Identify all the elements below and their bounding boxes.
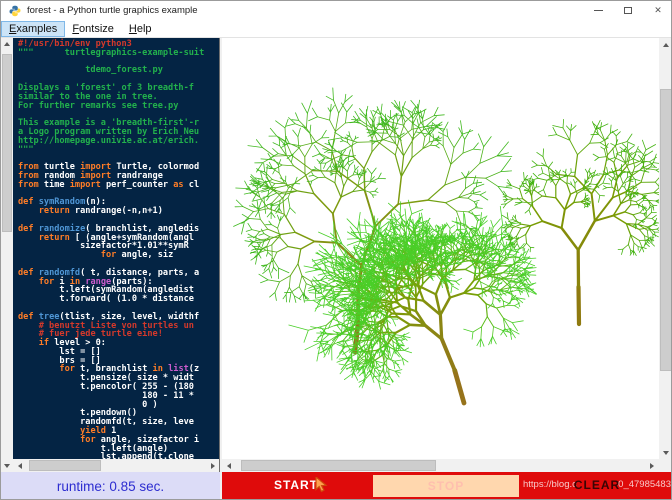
close-button[interactable]: ✕ <box>643 1 672 20</box>
arrow-up-icon <box>663 43 669 47</box>
titlebar: forest - a Python turtle graphics exampl… <box>1 1 672 20</box>
start-button[interactable]: START <box>223 472 369 497</box>
arrow-down-icon <box>4 464 10 468</box>
minimize-icon <box>594 10 603 11</box>
window-title: forest - a Python turtle graphics exampl… <box>27 5 198 16</box>
menu-item-examples[interactable]: Examples <box>2 22 64 36</box>
turtle-canvas <box>222 38 659 459</box>
right-tree-level-2 <box>562 221 595 250</box>
menu-item-help[interactable]: Help <box>122 22 159 36</box>
right-tree-level-7 <box>506 128 659 250</box>
app-window: forest - a Python turtle graphics exampl… <box>0 0 672 500</box>
mouse-cursor-icon <box>315 477 329 493</box>
stop-button[interactable]: STOP <box>373 475 519 497</box>
editor-scroll-left-button[interactable] <box>13 459 26 472</box>
right-tree-level-0 <box>579 287 580 324</box>
scroll-down-button[interactable] <box>659 446 672 459</box>
menubar: ExamplesFontsizeHelp <box>1 20 672 38</box>
arrow-right-icon <box>650 463 654 469</box>
arrow-left-icon <box>227 463 231 469</box>
clear-button[interactable]: CLEAR <box>521 472 672 497</box>
editor-scroll-right-button[interactable] <box>206 459 219 472</box>
arrow-up-icon <box>4 42 10 46</box>
python-logo-icon <box>9 5 21 17</box>
left-big-tree-level-4 <box>315 191 399 243</box>
forest-drawing <box>222 38 659 459</box>
window-controls: ✕ <box>583 1 672 20</box>
scroll-up-button[interactable] <box>659 38 672 51</box>
editor-vscroll-thumb[interactable] <box>2 54 12 232</box>
canvas-scroll-right-button[interactable] <box>645 459 658 472</box>
right-tree-level-3 <box>542 194 613 228</box>
canvas-vscroll-thumb[interactable] <box>660 89 672 371</box>
bottom-bar: runtime: 0.85 sec. START STOP https://bl… <box>1 472 672 500</box>
code-editor[interactable]: #!/usr/bin/env python3""" turtlegraphics… <box>13 38 219 459</box>
canvas-vertical-scrollbar <box>659 38 672 459</box>
maximize-icon <box>624 7 632 14</box>
button-area: START STOP https://blog.c0_47985483 CLEA… <box>222 472 672 500</box>
right-tree-level-4 <box>531 175 628 226</box>
dense-middle-tree-level-0 <box>455 370 464 403</box>
menu-item-fontsize[interactable]: Fontsize <box>65 22 121 36</box>
editor-vertical-scrollbar <box>1 38 13 459</box>
editor-scroll-down-button[interactable] <box>1 459 13 472</box>
canvas-hscroll-thumb[interactable] <box>241 460 436 471</box>
maximize-button[interactable] <box>613 1 643 20</box>
runtime-label: runtime: 0.85 sec. <box>1 472 220 500</box>
editor-hscroll-thumb[interactable] <box>29 460 101 471</box>
close-icon: ✕ <box>654 6 662 15</box>
dense-middle-tree-level-2 <box>426 315 442 339</box>
horizontal-scrollbar-row <box>1 459 672 472</box>
canvas-scroll-left-button[interactable] <box>222 459 235 472</box>
main-area: #!/usr/bin/env python3""" turtlegraphics… <box>1 38 672 459</box>
arrow-right-icon <box>211 463 215 469</box>
dense-middle-tree-level-1 <box>442 339 455 370</box>
arrow-left-icon <box>18 463 22 469</box>
scroll-up-button[interactable] <box>1 38 13 50</box>
arrow-down-icon <box>663 451 669 455</box>
minimize-button[interactable] <box>583 1 613 20</box>
